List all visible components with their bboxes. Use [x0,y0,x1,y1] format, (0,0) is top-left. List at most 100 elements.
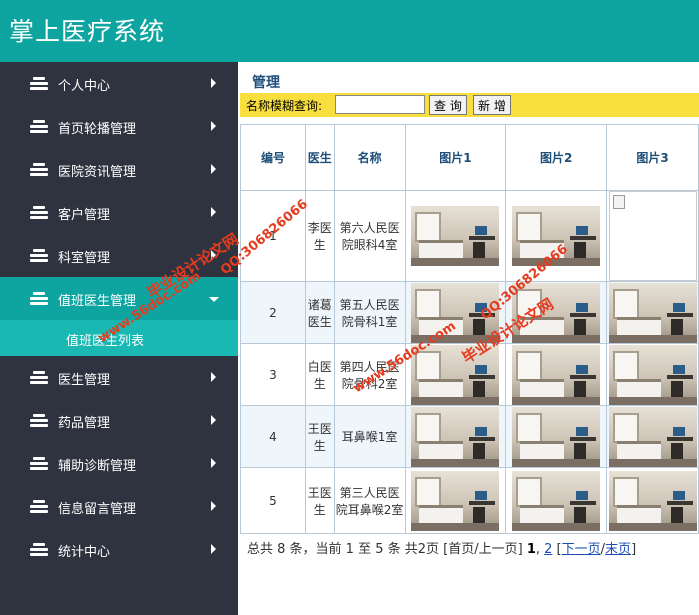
chevron-right-icon [211,458,216,468]
cell-image-1 [404,467,507,534]
cell-name: 第三人民医院耳鼻喉2室 [333,467,406,534]
sidebar-item[interactable]: 客户管理 [0,191,238,234]
sidebar-item[interactable]: 医院资讯管理 [0,148,238,191]
cell-doctor: 王医生 [304,405,335,468]
menu-icon [30,457,48,470]
pager-next-link[interactable]: 下一页 [562,542,601,557]
menu-icon [30,292,48,305]
cell-id: 4 [240,405,306,468]
sidebar-item-label: 信息留言管理 [58,502,137,517]
menu-icon [30,414,48,427]
table-row: 2 诸葛医生 第五人民医院骨科1室 [240,281,699,344]
pager-first-prev: [首页/上一页] [443,542,523,557]
menu-icon [30,249,48,262]
top-bar: 掌上医疗系统 [0,0,699,62]
sidebar-item[interactable]: 药品管理 [0,399,238,442]
table-row: 4 王医生 耳鼻喉1室 [240,405,699,468]
sidebar-item[interactable]: 信息留言管理 [0,485,238,528]
sidebar-item[interactable]: 个人中心 [0,62,238,105]
cell-image-1 [404,190,507,282]
chevron-right-icon [211,544,216,554]
cell-image-3 [606,467,699,534]
cell-id: 3 [240,343,306,406]
column-header: 医生 [304,124,335,191]
chevron-right-icon [211,121,216,131]
sidebar-item-label: 客户管理 [58,208,111,223]
room-image [608,406,697,467]
search-label: 名称模糊查询: [246,99,323,113]
cell-name: 第五人民医院骨科1室 [333,281,406,344]
cell-doctor: 李医生 [304,190,335,282]
column-header: 图片3 [606,124,699,191]
sidebar-item-label: 药品管理 [58,416,111,431]
pagination: 总共 8 条，当前 1 至 5 条 共2页 [首页/上一页] 1, 2 [下一页… [247,542,637,557]
sidebar-item[interactable]: 首页轮播管理 [0,105,238,148]
cell-image-1 [404,405,507,468]
sidebar-item-label: 医院资讯管理 [58,165,137,180]
search-button[interactable]: 查 询 [429,95,467,115]
sidebar-item-label: 值班医生管理 [58,294,137,309]
sidebar-item-label: 首页轮播管理 [58,122,137,137]
broken-image-icon [608,191,697,281]
sidebar-item-label: 辅助诊断管理 [58,459,137,474]
sidebar-item[interactable]: 统计中心 [0,528,238,571]
sidebar-item[interactable]: 辅助诊断管理 [0,442,238,485]
menu-icon [30,120,48,133]
column-header: 图片1 [404,124,507,191]
chevron-right-icon [211,164,216,174]
cell-image-3 [606,190,699,282]
room-image [608,344,697,405]
cell-image-2 [505,405,608,468]
room-image [411,406,500,467]
room-image [411,470,500,531]
sidebar-item-label: 科室管理 [58,251,111,266]
sidebar-item-label: 统计中心 [58,545,111,560]
main-content: 管理 名称模糊查询: 查 询 新 增 编号 医生 名称 图片1 图片2 图片3 1 李医生第… [238,62,699,615]
menu-icon [30,206,48,219]
sidebar-item-label: 医生管理 [58,373,111,388]
table-row: 5 王医生 第三人民医院耳鼻喉2室 [240,467,699,534]
room-image [512,344,601,405]
menu-icon [30,77,48,90]
table-row: 1 李医生 第六人民医院眼科4室 [240,190,699,282]
room-image [608,282,697,343]
search-input[interactable] [335,95,425,114]
chevron-right-icon [211,78,216,88]
cell-image-3 [606,343,699,406]
chevron-right-icon [211,415,216,425]
sidebar-item-label: 个人中心 [58,79,111,94]
pager-summary: 总共 8 条，当前 1 至 5 条 共2页 [247,542,440,557]
chevron-right-icon [211,372,216,382]
column-header: 名称 [333,124,406,191]
chevron-down-icon [209,297,219,302]
menu-icon [30,543,48,556]
cell-doctor: 王医生 [304,467,335,534]
menu-icon [30,163,48,176]
sidebar-item[interactable]: 医生管理 [0,356,238,399]
search-bar: 名称模糊查询: 查 询 新 增 [240,93,699,117]
room-image [512,406,601,467]
chevron-right-icon [211,207,216,217]
menu-icon [30,500,48,513]
sidebar-item[interactable]: 值班医生管理 [0,277,238,320]
room-image [608,470,697,531]
cell-image-3 [606,281,699,344]
menu-icon [30,371,48,384]
cell-id: 5 [240,467,306,534]
chevron-right-icon [211,501,216,511]
app-title: 掌上医疗系统 [9,17,166,46]
add-button[interactable]: 新 增 [473,95,511,115]
pager-page-2-link[interactable]: 2 [544,542,552,557]
table-header-row: 编号 医生 名称 图片1 图片2 图片3 [240,124,699,191]
cell-id: 2 [240,281,306,344]
pager-last-link[interactable]: 末页 [605,542,631,557]
column-header: 图片2 [505,124,608,191]
room-image [411,206,500,266]
pager-current-page: 1 [526,542,536,557]
cell-name: 第六人民医院眼科4室 [333,190,406,282]
sidebar: 个人中心 首页轮播管理 医院资讯管理 客户管理 科室管理 值班医生管理 值班医生列表 医生管理… [0,62,238,615]
cell-image-2 [505,467,608,534]
room-image [512,470,601,531]
cell-image-2 [505,190,608,282]
cell-image-3 [606,405,699,468]
